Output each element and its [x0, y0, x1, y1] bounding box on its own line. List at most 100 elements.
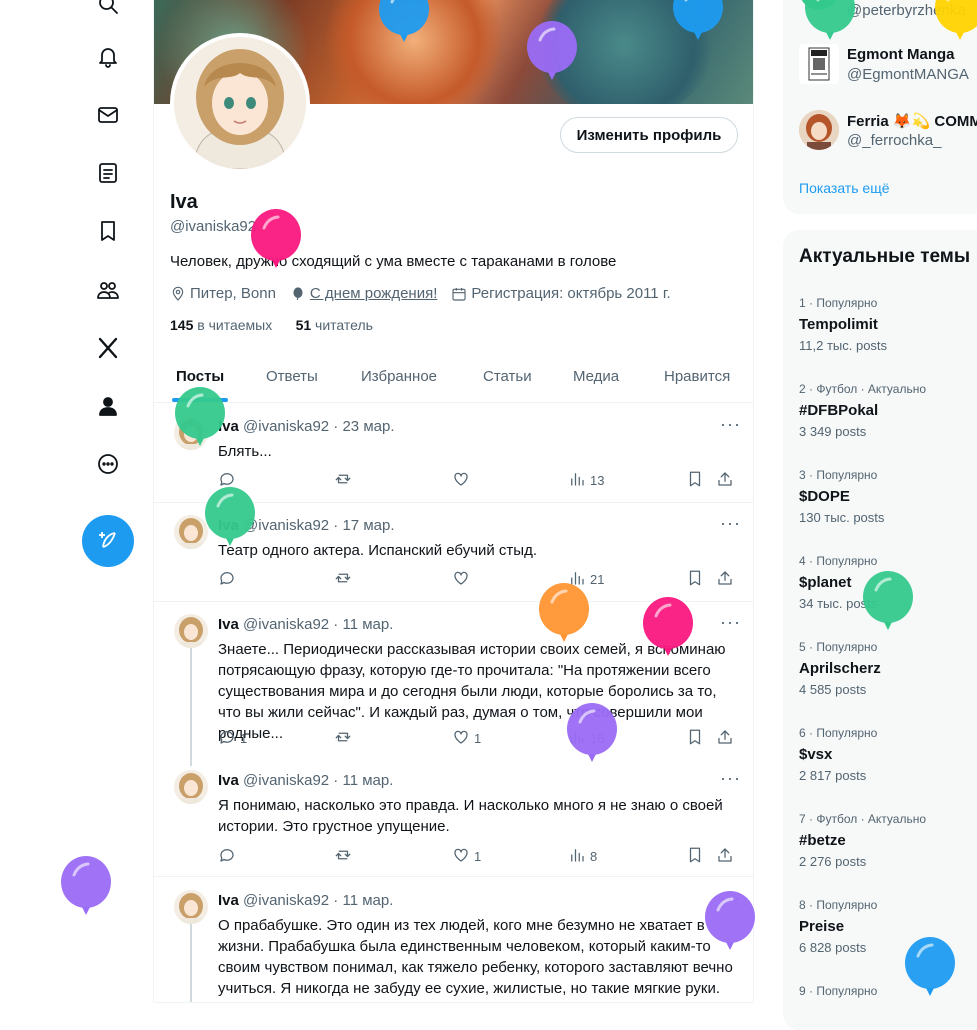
share-button[interactable] — [716, 728, 734, 749]
post[interactable]: Iva @ivaniska92 · 11 мар. ··· Я понимаю, н… — [154, 758, 753, 877]
like-button[interactable] — [452, 470, 474, 491]
bookmark-button[interactable] — [686, 728, 704, 749]
list-icon[interactable] — [94, 159, 122, 187]
bell-icon[interactable] — [94, 43, 122, 71]
more-options-icon[interactable]: ··· — [720, 513, 741, 534]
tab-posts[interactable]: Посты — [176, 368, 224, 385]
bookmark-icon[interactable] — [94, 217, 122, 245]
post-meta: @ivaniska92 · 11 мар. — [243, 892, 394, 909]
tab-likes[interactable]: Нравится — [664, 368, 730, 385]
trend-item[interactable]: 8 · Популярно Preise 6 828 posts — [799, 898, 877, 955]
birthday-item[interactable]: С днем рождения! — [290, 285, 437, 302]
follow-stats: 145 в читаемых 51 читатель — [170, 317, 373, 333]
trend-category: 6 · Популярно — [799, 726, 878, 740]
post-author[interactable]: Iva — [218, 772, 239, 789]
balloon-icon — [934, 0, 977, 44]
trend-item[interactable]: 1 · Популярно Tempolimit 11,2 тыс. posts — [799, 296, 887, 353]
tab-replies[interactable]: Ответы — [266, 368, 318, 385]
bookmark-icon — [686, 569, 704, 590]
reply-button[interactable] — [218, 846, 240, 867]
reply-button[interactable]: 1 — [218, 728, 247, 749]
trend-name: #betze — [799, 832, 846, 849]
more-options-icon[interactable]: ··· — [720, 612, 741, 633]
views-count: 8 — [590, 849, 598, 864]
post[interactable]: Iva @ivaniska92 · 11 мар.···О прабабушке… — [154, 878, 753, 1003]
show-more-link[interactable]: Показать ещё — [799, 180, 890, 196]
repost-icon — [334, 569, 352, 590]
share-icon — [716, 470, 734, 491]
trend-item[interactable]: 6 · Популярно $vsx 2 817 posts — [799, 726, 877, 783]
post-avatar[interactable] — [174, 515, 208, 549]
profile-icon[interactable] — [94, 392, 122, 420]
bookmark-button[interactable] — [686, 569, 704, 590]
tab-articles[interactable]: Статьи — [483, 368, 532, 385]
bookmark-button[interactable] — [686, 470, 704, 491]
views-button[interactable]: 13 — [568, 470, 604, 491]
tab-highlights[interactable]: Избранное — [361, 368, 437, 385]
trend-count: 130 тыс. posts — [799, 510, 885, 525]
views-button[interactable]: 8 — [568, 846, 597, 867]
reply-icon — [218, 728, 236, 749]
bookmark-button[interactable] — [686, 846, 704, 867]
repost-button[interactable] — [334, 728, 356, 749]
heart-icon — [452, 470, 470, 491]
balloon-icon — [704, 890, 756, 954]
post-author[interactable]: Iva — [218, 616, 239, 633]
heart-icon — [452, 728, 470, 749]
edit-profile-button[interactable]: Изменить профиль — [560, 117, 738, 153]
location-item: Питер, Bonn — [170, 285, 276, 302]
trend-category: 4 · Популярно — [799, 554, 878, 568]
follow-handle: @_ferrochka_ — [847, 132, 942, 149]
balloon-icon — [642, 596, 694, 660]
trend-category: 2 · Футбол · Актуально — [799, 382, 927, 396]
birthday-link[interactable]: С днем рождения! — [310, 285, 437, 302]
post-avatar[interactable] — [174, 770, 208, 804]
post-author[interactable]: Iva — [218, 892, 239, 909]
trend-name: Preise — [799, 918, 845, 935]
followers-link[interactable]: 51 читатель — [296, 317, 373, 333]
compose-post-button[interactable] — [82, 515, 134, 567]
reply-button[interactable] — [218, 569, 240, 590]
follow-handle: @EgmontMANGA — [847, 66, 969, 83]
repost-button[interactable] — [334, 846, 356, 867]
profile-avatar[interactable] — [170, 33, 310, 173]
more-options-icon[interactable]: ··· — [720, 414, 741, 435]
trend-item[interactable]: 2 · Футбол · Актуально #DFBPokal 3 349 p… — [799, 382, 926, 439]
more-circle-icon[interactable] — [94, 450, 122, 478]
like-button[interactable]: 1 — [452, 728, 481, 749]
right-sidebar: @peterbyrzhenka Egmont Manga @EgmontMANG… — [783, 0, 977, 1030]
search-icon[interactable] — [94, 0, 122, 18]
views-count: 13 — [590, 473, 605, 488]
trend-item[interactable]: 3 · Популярно $DOPE 130 тыс. posts — [799, 468, 884, 525]
trend-category: 8 · Популярно — [799, 898, 878, 912]
like-button[interactable] — [452, 569, 474, 590]
trend-item[interactable]: 5 · Популярно Aprilscherz 4 585 posts — [799, 640, 881, 697]
share-icon — [716, 728, 734, 749]
tab-media[interactable]: Медиа — [573, 368, 619, 385]
trend-item[interactable]: 7 · Футбол · Актуально #betze 2 276 post… — [799, 812, 926, 869]
following-link[interactable]: 145 в читаемых — [170, 317, 272, 333]
post-avatar[interactable] — [174, 614, 208, 648]
post-avatar[interactable] — [174, 890, 208, 924]
post-text: О прабабушке. Это один из тех людей, ког… — [218, 917, 733, 997]
like-button[interactable]: 1 — [452, 846, 481, 867]
bookmark-icon — [686, 846, 704, 867]
share-icon — [716, 569, 734, 590]
communities-icon[interactable] — [94, 276, 122, 304]
share-button[interactable] — [716, 569, 734, 590]
more-options-icon[interactable]: ··· — [720, 768, 741, 789]
views-chart-icon — [568, 470, 586, 491]
balloon-icon — [904, 936, 956, 1000]
repost-button[interactable] — [334, 569, 356, 590]
share-button[interactable] — [716, 470, 734, 491]
thread-line — [190, 758, 192, 766]
reply-icon — [218, 846, 236, 867]
trend-item[interactable]: 9 · Популярно — [799, 984, 877, 1004]
repost-button[interactable] — [334, 470, 356, 491]
x-logo-icon[interactable] — [94, 334, 122, 362]
trend-category: 1 · Популярно — [799, 296, 878, 310]
mail-icon[interactable] — [94, 101, 122, 129]
trend-name: #DFBPokal — [799, 402, 879, 419]
post-actions: 13 — [218, 470, 738, 490]
share-button[interactable] — [716, 846, 734, 867]
